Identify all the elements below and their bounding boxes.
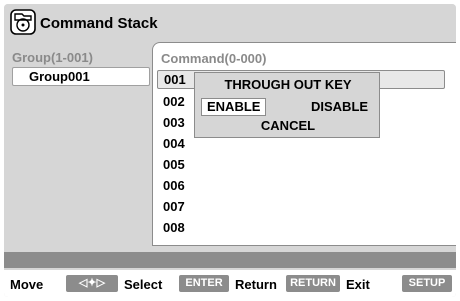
popup-title: THROUGH OUT KEY bbox=[224, 77, 352, 92]
command-stack-screen: Command Stack Group(1-001) Group001 Comm… bbox=[4, 4, 456, 297]
command-row[interactable]: 007 bbox=[163, 199, 185, 214]
disc-folder-icon bbox=[10, 9, 36, 35]
command-row[interactable]: 004 bbox=[163, 136, 185, 151]
command-row[interactable]: 005 bbox=[163, 157, 185, 172]
cancel-option[interactable]: CANCEL bbox=[195, 118, 381, 133]
command-header: Command(0-000) bbox=[161, 51, 267, 66]
command-row[interactable]: 006 bbox=[163, 178, 185, 193]
setup-key-badge: SETUP bbox=[402, 275, 452, 292]
group-list-item[interactable]: Group001 bbox=[12, 67, 150, 86]
arrow-keys-icon: ◁✦▷ bbox=[66, 275, 118, 292]
exit-label: Exit bbox=[346, 277, 370, 292]
enable-option[interactable]: ENABLE bbox=[201, 98, 267, 116]
select-label: Select bbox=[124, 277, 163, 292]
through-out-key-popup: THROUGH OUT KEY ENABLE DISABLE CANCEL bbox=[194, 72, 380, 138]
command-row[interactable]: 003 bbox=[163, 115, 185, 130]
return-label: Return bbox=[235, 277, 277, 292]
return-key-badge: RETURN bbox=[286, 275, 340, 292]
title-bar: Command Stack bbox=[4, 4, 456, 42]
group-header: Group(1-001) bbox=[12, 50, 93, 65]
move-label: Move bbox=[10, 277, 44, 292]
enter-key-badge: ENTER bbox=[179, 275, 229, 292]
command-row[interactable]: 002 bbox=[163, 94, 185, 109]
footer-help-bar: Move ◁✦▷ Select ENTER Return RETURN Exit… bbox=[4, 270, 456, 297]
disable-option[interactable]: DISABLE bbox=[311, 99, 368, 114]
status-bar bbox=[4, 252, 456, 268]
command-row[interactable]: 008 bbox=[163, 220, 185, 235]
page-title: Command Stack bbox=[40, 15, 158, 32]
